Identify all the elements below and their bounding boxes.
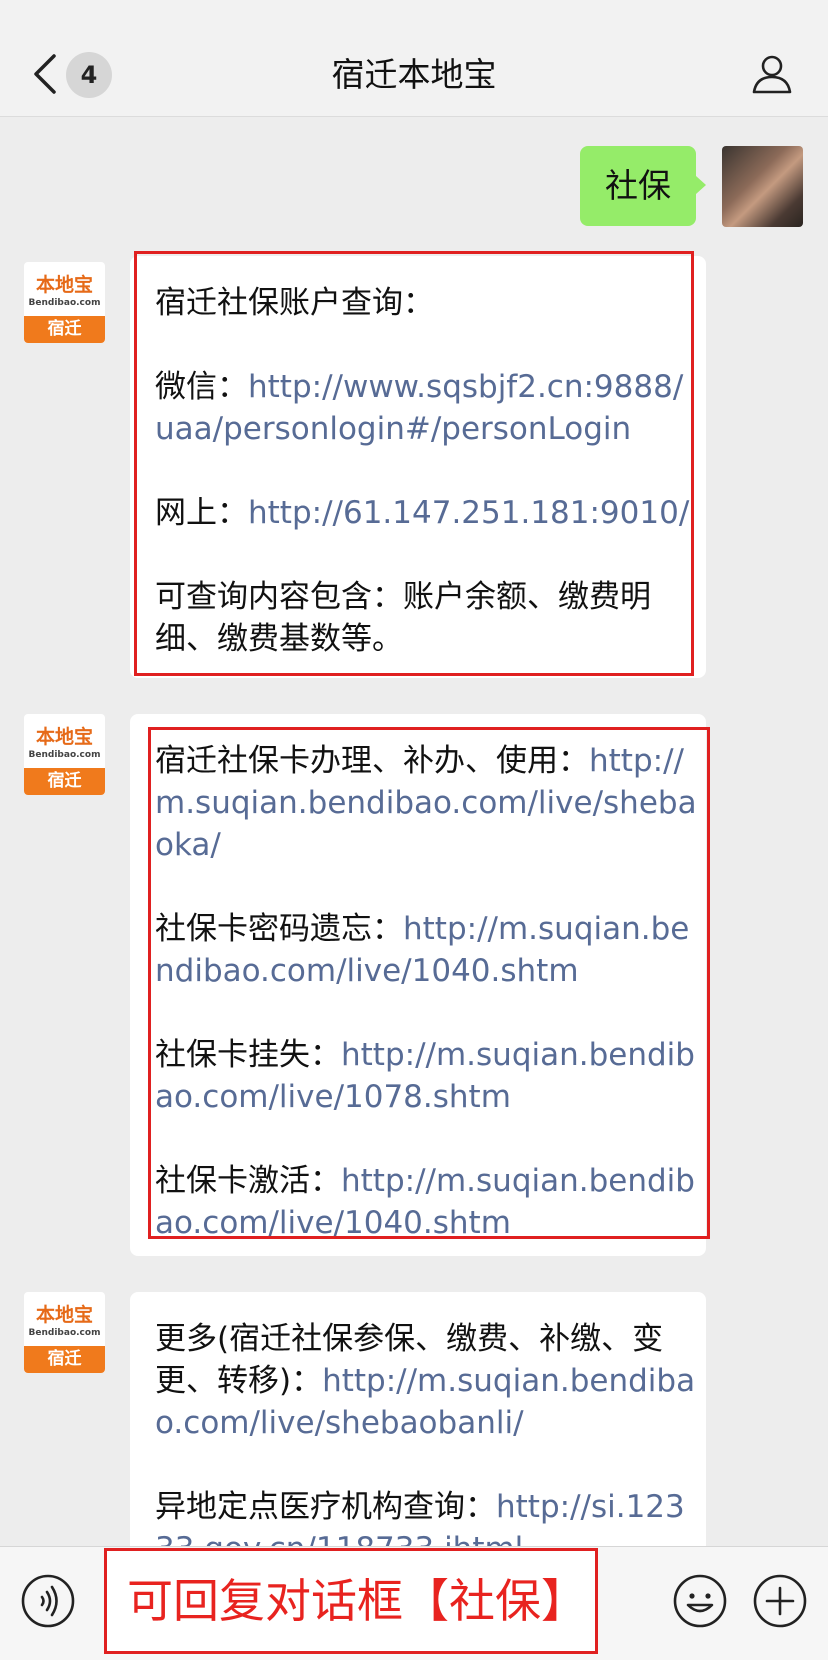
profile-icon[interactable]	[750, 52, 794, 96]
bot-logo-domain: Bendibao.com	[28, 298, 101, 308]
highlight-box	[134, 251, 694, 676]
message-input[interactable]: 可回复对话框【社保】	[104, 1548, 598, 1654]
bot-logo-city: 宿迁	[24, 316, 105, 343]
emoji-icon[interactable]	[672, 1573, 728, 1629]
bot-logo-domain: Bendibao.com	[28, 1328, 101, 1338]
message-text: 更多(宿迁社保参保、缴费、补缴、变更、转移)：http://m.suqian.b…	[155, 1318, 700, 1570]
bot-logo-city: 宿迁	[24, 768, 105, 795]
paragraph-label: 异地定点医疗机构查询：	[155, 1489, 496, 1525]
bot-avatar[interactable]: 本地宝 Bendibao.com 宿迁	[24, 262, 105, 343]
bot-logo-text: 本地宝	[35, 274, 93, 296]
user-message-bubble[interactable]: 社保	[580, 146, 696, 226]
bot-avatar[interactable]: 本地宝 Bendibao.com 宿迁	[24, 714, 105, 795]
bot-logo-text: 本地宝	[35, 726, 93, 748]
bot-logo-domain: Bendibao.com	[28, 750, 101, 760]
reply-hint-text: 可回复对话框【社保】	[127, 1574, 587, 1628]
highlight-box	[148, 727, 710, 1239]
plus-icon[interactable]	[752, 1573, 808, 1629]
bot-logo-text: 本地宝	[35, 1304, 93, 1326]
user-bubble-tail	[696, 176, 706, 194]
chat-header: 4 宿迁本地宝	[0, 0, 828, 117]
bot-logo-city: 宿迁	[24, 1346, 105, 1373]
chat-title: 宿迁本地宝	[331, 55, 497, 94]
voice-icon[interactable]	[20, 1573, 76, 1629]
paragraph: 更多(宿迁社保参保、缴费、补缴、变更、转移)：http://m.suqian.b…	[155, 1318, 700, 1444]
user-avatar[interactable]	[722, 146, 803, 227]
bot-avatar[interactable]: 本地宝 Bendibao.com 宿迁	[24, 1292, 105, 1373]
